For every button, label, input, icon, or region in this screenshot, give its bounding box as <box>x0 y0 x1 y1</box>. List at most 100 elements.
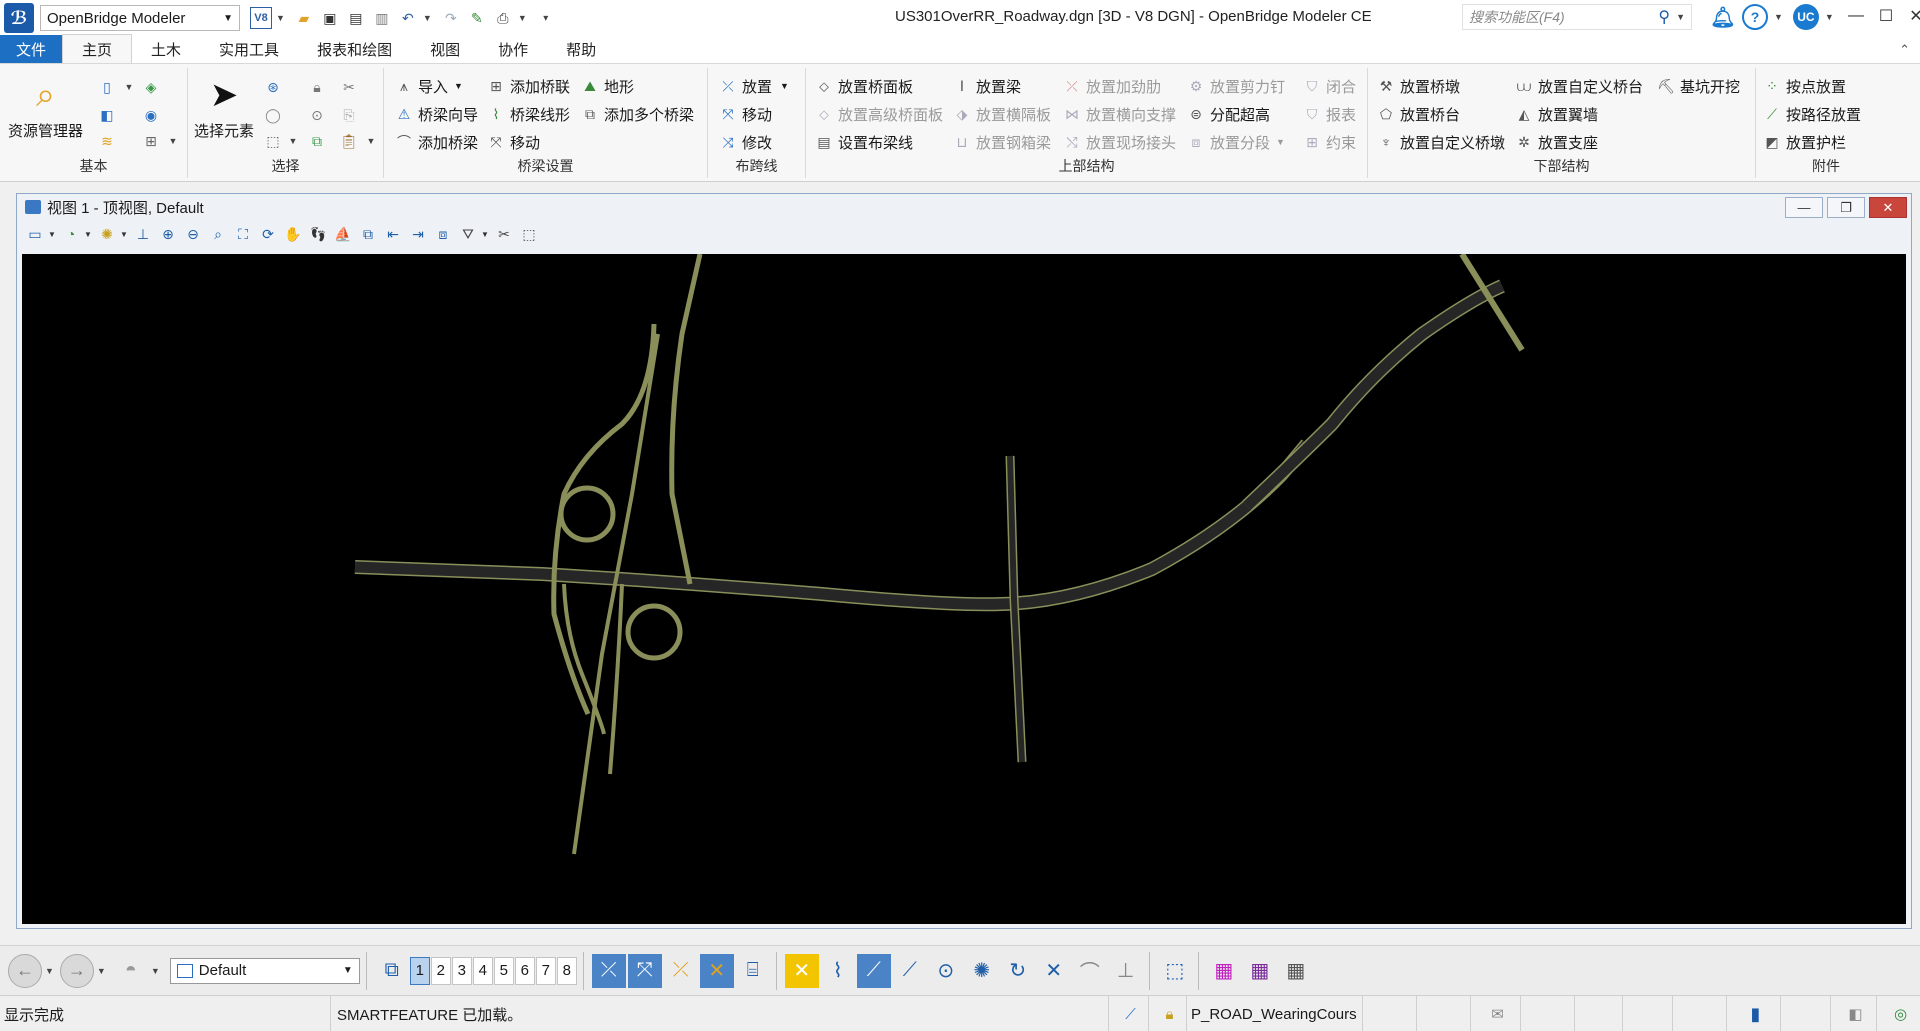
view-previous-icon[interactable]: ⧉ <box>356 222 380 246</box>
resource-manager-button[interactable]: ⌕ 资源管理器 <box>8 70 83 141</box>
chevron-down-icon[interactable]: ▼ <box>1774 12 1783 22</box>
forward-nav-icon[interactable]: → <box>59 953 94 988</box>
view-5-button[interactable]: 5 <box>493 956 514 985</box>
view-8-button[interactable]: 8 <box>556 956 577 985</box>
select-element-button[interactable]: ➤ 选择元素 <box>194 70 254 141</box>
set-layout-line-button[interactable]: ▤ 设置布梁线 <box>814 130 913 154</box>
accudraw-icon[interactable]: ⬚ <box>1158 954 1192 988</box>
tab-collaborate[interactable]: 协作 <box>479 35 547 63</box>
save-settings-icon[interactable]: ▤ <box>345 7 367 29</box>
snap-midpoint-icon[interactable]: ⤫ <box>664 954 698 988</box>
place-barrier-button[interactable]: ◩ 放置护栏 <box>1762 130 1846 154</box>
view-rotation-icon[interactable]: ⬚ <box>517 222 541 246</box>
tab-view[interactable]: 视图 <box>411 35 479 63</box>
active-level[interactable]: P_ROAD_WearingCours <box>1186 996 1362 1031</box>
place-beam-button[interactable]: Ⅰ 放置梁 <box>952 74 1021 98</box>
view-groups-icon[interactable]: ⧉ <box>375 954 409 988</box>
place-wingwall-button[interactable]: ◭ 放置翼墙 <box>1514 102 1598 126</box>
customize-qat-icon[interactable]: ▾ <box>535 7 557 29</box>
foundation-excavation-button[interactable]: ⛏ 基坑开挖 <box>1656 74 1740 98</box>
chevron-down-icon[interactable]: ▼ <box>276 13 285 23</box>
accusnap-icon[interactable]: ⟋ <box>1108 996 1148 1031</box>
report-button[interactable]: ⛉ 报表 <box>1302 102 1356 126</box>
chevron-down-icon[interactable]: ▼ <box>481 230 491 239</box>
chevron-down-icon[interactable]: ▼ <box>162 130 184 152</box>
snap-tangent-icon[interactable]: ↻ <box>1001 954 1035 988</box>
pan-view-icon[interactable]: ✋ <box>281 222 305 246</box>
import-button[interactable]: ⩚ 导入 ▼ <box>394 74 463 98</box>
unlock-icon[interactable]: ⊙ <box>306 104 328 126</box>
bridge-wizard-button[interactable]: ⚠ 桥梁向导 <box>394 102 478 126</box>
lock-status-icon[interactable]: 🔒︎ <box>1148 996 1186 1031</box>
chevron-down-icon[interactable]: ▼ <box>423 13 432 23</box>
view-4-button[interactable]: 4 <box>472 956 493 985</box>
network-status-icon[interactable]: ◎ <box>1876 996 1920 1031</box>
chevron-down-icon[interactable]: ▼ <box>360 130 382 152</box>
circle-select-icon[interactable]: ◯ <box>262 104 284 126</box>
snap-keypoint-line-icon[interactable]: ⟋ <box>856 953 891 988</box>
snap-center-icon[interactable]: ⊙ <box>929 954 963 988</box>
constraint-button[interactable]: ⊞ 约束 <box>1302 130 1356 154</box>
file-icon[interactable]: ▯ <box>96 76 118 98</box>
place-cross-bracing-button[interactable]: ⋈ 放置横向支撑 <box>1062 102 1176 126</box>
add-bridge-link-button[interactable]: ⊞ 添加桥联 <box>486 74 570 98</box>
tab-civil[interactable]: 土木 <box>132 35 200 63</box>
tab-help[interactable]: 帮助 <box>547 35 615 63</box>
snap-origin-icon[interactable]: ✺ <box>965 954 999 988</box>
view-6-button[interactable]: 6 <box>514 956 535 985</box>
chevron-down-icon[interactable]: ▼ <box>518 13 527 23</box>
view-back-icon[interactable]: ⇤ <box>381 222 405 246</box>
search-icon[interactable]: ⚲ <box>1658 7 1670 27</box>
view-forward-icon[interactable]: ⇥ <box>406 222 430 246</box>
copy-icon[interactable]: ⎘ <box>338 104 360 126</box>
view-minimize-icon[interactable]: — <box>1785 197 1823 218</box>
place-pier-button[interactable]: ⚒ 放置桥墩 <box>1376 74 1460 98</box>
lighting-icon[interactable]: ✺ <box>95 222 119 246</box>
place-abutment-button[interactable]: ⬠ 放置桥台 <box>1376 102 1460 126</box>
add-multiple-bridges-button[interactable]: ⧉ 添加多个桥梁 <box>580 102 694 126</box>
chevron-down-icon[interactable]: ▼ <box>84 230 94 239</box>
place-stiffener-button[interactable]: ⤫ 放置加劲肋 <box>1062 74 1161 98</box>
place-by-path-button[interactable]: ⟋ 按路径放置 <box>1762 102 1861 126</box>
lock-icon[interactable]: 🔒︎ <box>306 76 328 98</box>
snap-nearest-line-icon[interactable]: ⌇ <box>821 954 855 988</box>
chevron-down-icon[interactable]: ▼ <box>282 130 304 152</box>
view-window[interactable]: 视图 1 - 顶视图, Default — ❐ ✕ ▭ ▼ ◔ ▼ ✺ ▼ ⊥ ⊕ ⊖… <box>16 193 1912 929</box>
move-bridge-button[interactable]: ⤧ 移动 <box>486 130 540 154</box>
design-file-icon[interactable]: ▮ <box>1726 996 1780 1031</box>
view-7-button[interactable]: 7 <box>535 956 556 985</box>
fly-icon[interactable]: ⛵ <box>331 222 355 246</box>
copy-view-icon[interactable]: ⧈ <box>431 222 455 246</box>
close-icon[interactable]: ✕ <box>1904 4 1920 28</box>
bridge-alignment-button[interactable]: ⌇ 桥梁线形 <box>486 102 570 126</box>
place-diaphragm-button[interactable]: ⬗ 放置横隔板 <box>952 102 1051 126</box>
back-nav-icon[interactable]: ← <box>8 953 42 988</box>
place-span-button[interactable]: ⤫ 放置 ▼ <box>718 74 789 98</box>
print-icon[interactable]: ⎙ <box>492 7 514 29</box>
view-3-button[interactable]: 3 <box>451 956 472 985</box>
display-style-icon[interactable]: ◔ <box>59 222 83 246</box>
chevron-down-icon[interactable]: ▼ <box>151 966 160 976</box>
rotate-view-icon[interactable]: ⟳ <box>256 222 280 246</box>
compress-icon[interactable]: ▥ <box>371 7 393 29</box>
move-span-button[interactable]: ⤧ 移动 <box>718 102 772 126</box>
ribbon-search-input[interactable]: 搜索功能区(F4) ⚲ ▼ <box>1462 4 1692 30</box>
paste-icon[interactable]: 📋︎ <box>338 130 360 152</box>
grid-gray-icon[interactable]: ▦ <box>1279 954 1313 988</box>
place-deck-button[interactable]: ⬦ 放置桥面板 <box>814 74 913 98</box>
layers-icon[interactable]: ≋ <box>96 130 118 152</box>
tab-utilities[interactable]: 实用工具 <box>200 35 298 63</box>
snap-settings-icon[interactable]: ⌸ <box>736 954 770 988</box>
place-advanced-deck-button[interactable]: ⬦ 放置高级桥面板 <box>814 102 943 126</box>
maximize-icon[interactable]: ☐ <box>1874 4 1898 28</box>
snap-parallel-icon[interactable]: ⌒ <box>1073 954 1107 988</box>
place-segment-button[interactable]: ⧈ 放置分段 ▼ <box>1186 130 1285 154</box>
chevron-down-icon[interactable]: ▼ <box>97 966 106 976</box>
clip-mask-icon[interactable]: ✂ <box>492 222 516 246</box>
snap-line-icon[interactable]: ⟋ <box>893 954 927 988</box>
undo-icon[interactable]: ↶ <box>397 7 419 29</box>
walk-icon[interactable]: 👣︎ <box>306 222 330 246</box>
view-title-bar[interactable]: 视图 1 - 顶视图, Default — ❐ ✕ <box>17 194 1911 220</box>
place-custom-abutment-button[interactable]: ⩊ 放置自定义桥台 <box>1514 74 1643 98</box>
collapse-ribbon-icon[interactable]: ⌃ <box>1899 42 1910 58</box>
